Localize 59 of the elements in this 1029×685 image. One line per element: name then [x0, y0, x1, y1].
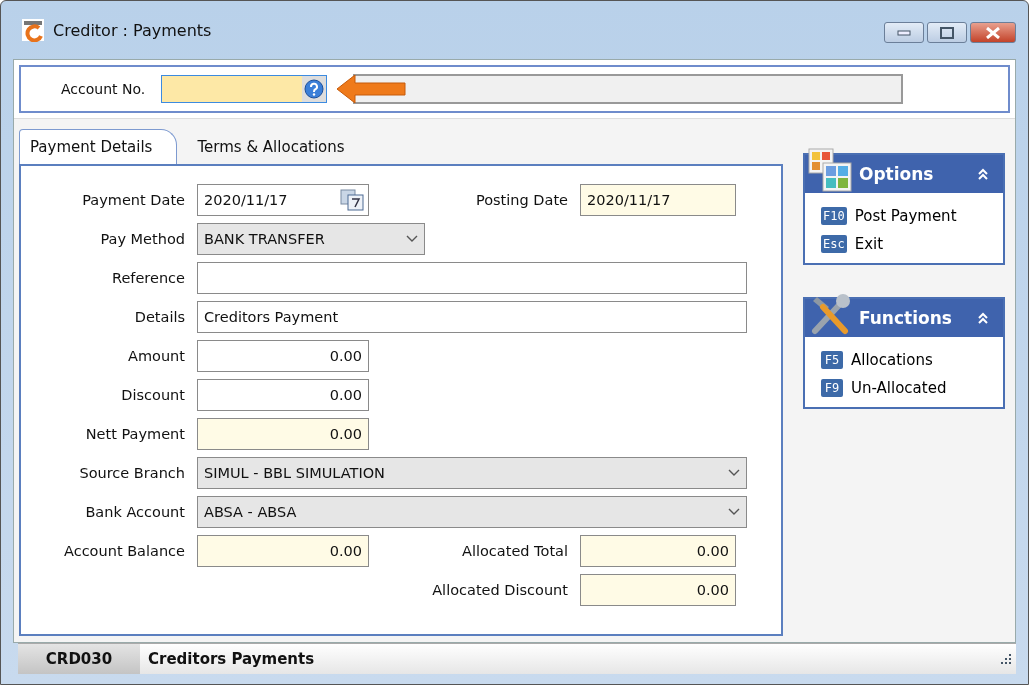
resize-grip-icon[interactable]: [1000, 653, 1012, 665]
screen-code: CRD030: [18, 644, 140, 674]
field-label: Discount: [120, 386, 186, 403]
input-field: 0.00: [580, 534, 736, 567]
tab[interactable]: Payment Details: [19, 129, 178, 164]
input-field: 2020/11/17: [580, 183, 736, 216]
field-label: Allocated Total: [461, 542, 569, 559]
input-field[interactable]: [197, 261, 747, 294]
window-title: Creditor : Payments: [53, 20, 213, 40]
dropdown-field[interactable]: SIMUL - BBL SIMULATION: [197, 456, 747, 489]
field-label: Nett Payment: [84, 425, 186, 442]
collapse-icon[interactable]: [977, 312, 989, 324]
dropdown-caret-icon[interactable]: [728, 468, 740, 477]
shortcut-key-icon: F10: [821, 207, 847, 225]
input-field: 0.00: [197, 417, 369, 450]
field-label: Amount: [127, 347, 186, 364]
field-label: Allocated Discount: [431, 581, 569, 598]
dropdown-caret-icon[interactable]: [728, 507, 740, 516]
close-button[interactable]: [970, 22, 1016, 43]
dropdown-field[interactable]: BANK TRANSFER: [197, 222, 425, 255]
shortcut-key-icon: F9: [821, 379, 843, 397]
panel-title: Options: [859, 164, 934, 184]
panel-title: Functions: [859, 308, 952, 328]
calendar-icon[interactable]: [340, 188, 364, 211]
date-field[interactable]: 2020/11/17: [197, 183, 369, 216]
minimize-button[interactable]: [884, 22, 924, 43]
shortcut-key-icon: Esc: [821, 235, 847, 253]
field-label: Payment Date: [81, 191, 186, 208]
field-label: Reference: [110, 269, 186, 286]
field-label: Details: [133, 308, 186, 325]
help-icon[interactable]: [304, 79, 325, 99]
dropdown-field[interactable]: ABSA - ABSA: [197, 495, 747, 528]
account-number-field[interactable]: [161, 75, 328, 103]
minimize-icon: [897, 29, 911, 36]
input-field[interactable]: 0.00: [197, 339, 369, 372]
tab[interactable]: Terms & Allocations: [177, 130, 365, 164]
field-label: Source Branch: [78, 464, 186, 481]
input-field[interactable]: 0.00: [197, 378, 369, 411]
shortcut-key-icon: F5: [821, 351, 843, 369]
field-label: Posting Date: [474, 191, 569, 208]
maximize-button[interactable]: [927, 22, 967, 43]
arrow-icon: [335, 73, 408, 105]
collapse-icon[interactable]: [977, 168, 989, 180]
input-field[interactable]: Creditors Payment: [197, 300, 747, 333]
field-label: Bank Account: [84, 503, 186, 520]
close-icon: [985, 26, 1001, 39]
maximize-icon: [940, 26, 954, 39]
dropdown-caret-icon[interactable]: [406, 234, 418, 243]
panel-action[interactable]: F5 Allocations: [821, 351, 987, 369]
panel-action[interactable]: F10 Post Payment: [821, 207, 987, 225]
panel-action[interactable]: F9 Un-Allocated: [821, 379, 987, 397]
field-label: Pay Method: [99, 230, 186, 247]
input-field: 0.00: [580, 573, 736, 606]
field-label: Account No.: [61, 81, 146, 97]
panel-action[interactable]: Esc Exit: [821, 235, 987, 253]
screen-title: Creditors Payments: [147, 650, 316, 668]
app-logo-icon: [21, 18, 45, 42]
field-label: Account Balance: [63, 542, 186, 559]
input-field: 0.00: [197, 534, 369, 567]
